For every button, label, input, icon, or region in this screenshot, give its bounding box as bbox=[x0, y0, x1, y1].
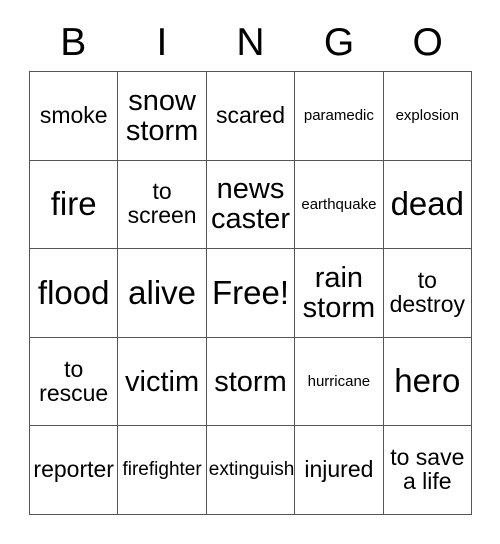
bingo-cell[interactable]: smoke bbox=[30, 72, 119, 161]
bingo-cell[interactable]: hero bbox=[383, 337, 472, 427]
bingo-cell[interactable]: to destroy bbox=[383, 249, 472, 338]
bingo-cell[interactable]: paramedic bbox=[295, 72, 384, 161]
bingo-card: B I N G O smoke snow storm scared parame… bbox=[0, 0, 500, 544]
bingo-cell[interactable]: explosion bbox=[383, 72, 472, 161]
bingo-cell-label: scared bbox=[215, 101, 286, 128]
bingo-cell-label: dead bbox=[390, 185, 464, 223]
bingo-cell[interactable]: injured bbox=[295, 426, 384, 515]
bingo-cell-label: storm bbox=[214, 365, 287, 398]
bingo-cell[interactable]: reporter bbox=[30, 426, 119, 515]
bingo-cell[interactable]: to rescue bbox=[30, 337, 119, 427]
bingo-cell[interactable]: scared bbox=[206, 72, 296, 161]
bingo-header-letter-g: G bbox=[323, 20, 355, 64]
bingo-cell-label: earthquake bbox=[301, 195, 377, 213]
bingo-cell-label: hero bbox=[394, 362, 461, 400]
bingo-cell[interactable]: earthquake bbox=[295, 160, 384, 250]
bingo-cell[interactable]: dead bbox=[383, 160, 472, 250]
bingo-cell[interactable]: victim bbox=[118, 337, 207, 427]
bingo-cell-label: flood bbox=[37, 273, 110, 311]
bingo-grid: smoke snow storm scared paramedic explos… bbox=[29, 71, 472, 515]
bingo-cell[interactable]: storm bbox=[206, 337, 296, 427]
bingo-cell[interactable]: news caster bbox=[206, 160, 296, 250]
bingo-cell-label: to screen bbox=[127, 178, 197, 229]
bingo-cell-free[interactable]: Free! bbox=[206, 249, 296, 338]
bingo-cell-label: Free! bbox=[211, 273, 289, 311]
bingo-cell[interactable]: alive bbox=[118, 249, 207, 338]
bingo-header-letter-i: I bbox=[156, 20, 168, 64]
bingo-cell-label: to rescue bbox=[39, 355, 109, 406]
bingo-cell[interactable]: to screen bbox=[118, 160, 207, 250]
bingo-cell-label: reporter bbox=[33, 456, 114, 483]
bingo-cell[interactable]: firefighter bbox=[118, 426, 207, 515]
bingo-cell-label: to save a life bbox=[390, 444, 465, 495]
bingo-cell[interactable]: fire bbox=[30, 160, 119, 250]
bingo-cell-label: snow storm bbox=[125, 84, 199, 147]
bingo-cell-label: explosion bbox=[395, 107, 459, 124]
bingo-cell-label: extinguish bbox=[208, 459, 295, 481]
bingo-header-row: B I N G O bbox=[29, 18, 472, 66]
bingo-header-letter-b: B bbox=[60, 20, 87, 64]
bingo-cell-label: injured bbox=[304, 456, 374, 483]
bingo-header-letter-n: N bbox=[236, 20, 265, 64]
bingo-cell-label: hurricane bbox=[307, 372, 371, 390]
bingo-cell-label: rain storm bbox=[302, 261, 376, 324]
bingo-cell-label: to destroy bbox=[389, 267, 466, 317]
bingo-cell[interactable]: extinguish bbox=[206, 426, 296, 515]
bingo-cell-label: news caster bbox=[211, 173, 290, 236]
bingo-cell-label: alive bbox=[128, 273, 197, 311]
bingo-cell[interactable]: to save a life bbox=[383, 426, 472, 515]
bingo-cell-label: firefighter bbox=[122, 459, 202, 481]
bingo-cell-label: smoke bbox=[39, 101, 108, 128]
bingo-cell[interactable]: rain storm bbox=[295, 249, 384, 338]
bingo-cell-label: victim bbox=[125, 365, 200, 398]
bingo-cell[interactable]: hurricane bbox=[295, 337, 384, 427]
bingo-cell[interactable]: snow storm bbox=[118, 72, 207, 161]
bingo-header-letter-o: O bbox=[412, 20, 443, 64]
bingo-cell-label: fire bbox=[50, 185, 97, 223]
bingo-cell[interactable]: flood bbox=[30, 249, 119, 338]
bingo-cell-label: paramedic bbox=[303, 107, 374, 124]
